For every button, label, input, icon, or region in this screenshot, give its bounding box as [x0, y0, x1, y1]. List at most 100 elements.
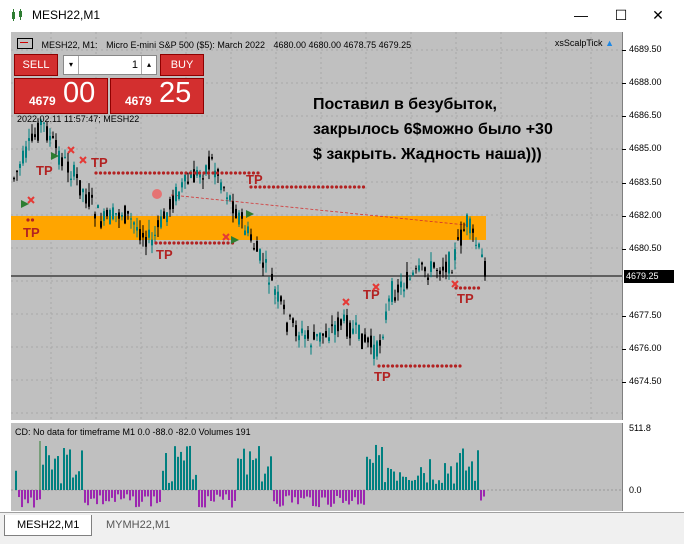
tp-dot	[193, 171, 197, 175]
sell-price-box[interactable]: 4679 00	[14, 77, 108, 114]
volume-bar	[171, 481, 173, 490]
candle-body	[253, 247, 255, 250]
volume-bar	[93, 490, 95, 499]
volume-bar	[339, 490, 341, 498]
ea-label: xsScalpTick	[554, 38, 603, 48]
candle-body	[418, 265, 420, 271]
sell-button[interactable]: SELL	[14, 54, 58, 76]
lot-size-field[interactable]: ▾ 1 ▴	[63, 55, 157, 75]
candle-body	[235, 208, 237, 219]
volume-bar	[462, 448, 464, 490]
tp-dot	[458, 286, 463, 290]
tp-dot	[298, 185, 303, 189]
candle-body	[388, 298, 390, 302]
tp-dot	[161, 171, 166, 175]
tp-dot	[408, 364, 413, 368]
expert-advisor-name[interactable]: xsScalpTick ▲	[555, 38, 614, 48]
volume-bar	[429, 459, 431, 490]
volume-bar	[354, 490, 356, 498]
tp-dot	[386, 364, 390, 368]
volume-bar	[75, 474, 77, 490]
lot-size-value[interactable]: 1	[82, 56, 138, 74]
volume-bar	[330, 490, 332, 507]
volume-bar	[414, 479, 416, 490]
tp-dot	[330, 185, 334, 189]
volume-bar	[471, 461, 473, 490]
candle-body	[157, 220, 159, 228]
candle-body	[169, 199, 171, 210]
indicator-subwindow[interactable]: CD: No data for timeframe M1 0.0 -88.0 -…	[11, 423, 622, 511]
candle-body	[229, 195, 231, 201]
volume-bar	[255, 458, 257, 490]
price-axis[interactable]: 4689.50 4688.00 4686.50 4685.00 4683.50 …	[622, 32, 675, 420]
candle-body	[175, 186, 177, 202]
tp-dot	[413, 364, 417, 368]
candle-body	[466, 214, 468, 228]
volume-bar	[150, 490, 152, 507]
tp-dot	[185, 241, 190, 245]
volume-bar	[138, 490, 140, 507]
candle-body	[178, 191, 180, 199]
volume-bar	[303, 490, 305, 499]
candle-body	[49, 135, 51, 141]
volume-bar	[426, 482, 428, 490]
lot-up-icon[interactable]: ▴	[141, 56, 156, 74]
tp-dot	[229, 171, 233, 175]
candle-body	[403, 289, 405, 292]
candle-body	[118, 212, 120, 219]
volume-bar	[21, 490, 23, 508]
tp-dot	[276, 185, 280, 189]
close-button[interactable]: ✕	[643, 4, 673, 26]
candle-body	[91, 194, 93, 198]
buy-button[interactable]: BUY	[160, 54, 204, 76]
maximize-button[interactable]: ☐	[606, 4, 636, 26]
volume-bar	[378, 455, 380, 490]
volume-bar	[447, 473, 449, 490]
candle-body	[244, 230, 246, 235]
candle-body	[289, 315, 291, 317]
tp-dot	[390, 364, 395, 368]
chart-ohlc: 4680.00 4680.00 4678.75 4679.25	[273, 40, 412, 50]
tp-dot	[152, 171, 157, 175]
candle-body	[250, 234, 252, 241]
tp-dot	[203, 241, 208, 245]
price-tick: 4676.00	[622, 343, 662, 353]
lot-down-icon[interactable]: ▾	[64, 56, 79, 74]
volume-bar	[411, 480, 413, 490]
tab-mymh22[interactable]: MYMH22,M1	[94, 515, 182, 535]
candle-body	[109, 210, 111, 225]
tp-dot	[343, 185, 348, 189]
buy-price-box[interactable]: 4679 25	[110, 77, 204, 114]
candle-body	[313, 331, 315, 340]
tp-dot	[107, 171, 112, 175]
volume-bar	[246, 474, 248, 490]
volume-bar	[186, 446, 188, 490]
candle-body	[256, 241, 258, 252]
volume-bar	[252, 460, 254, 490]
one-click-trading-icon[interactable]	[17, 38, 33, 49]
tab-mesh22[interactable]: MESH22,M1	[4, 515, 93, 536]
volume-bar	[279, 490, 281, 507]
volume-bar	[36, 490, 38, 501]
candle-body	[130, 218, 132, 220]
tp-dot	[125, 171, 130, 175]
volume-bar	[294, 490, 296, 498]
volume-bar	[291, 490, 293, 503]
price-chart[interactable]: TP TP TP TP TP TP TP TP MESH22, M1: Micro E-min…	[11, 32, 622, 420]
volume-bar	[51, 469, 53, 490]
minimize-button[interactable]: —	[566, 4, 596, 26]
tp-dot	[463, 286, 467, 290]
volume-bar	[120, 490, 122, 500]
tp-dot	[267, 185, 271, 189]
candle-body	[394, 297, 396, 301]
volume-bar	[60, 483, 62, 490]
tp-dot	[212, 241, 217, 245]
volume-bar	[459, 453, 461, 490]
tp-label: TP	[374, 369, 391, 384]
candle-body	[73, 164, 75, 177]
volume-bar	[348, 490, 350, 505]
volume-bar	[309, 490, 311, 498]
volume-bar	[387, 467, 389, 490]
candle-body	[316, 333, 318, 337]
volume-bar	[117, 490, 119, 495]
